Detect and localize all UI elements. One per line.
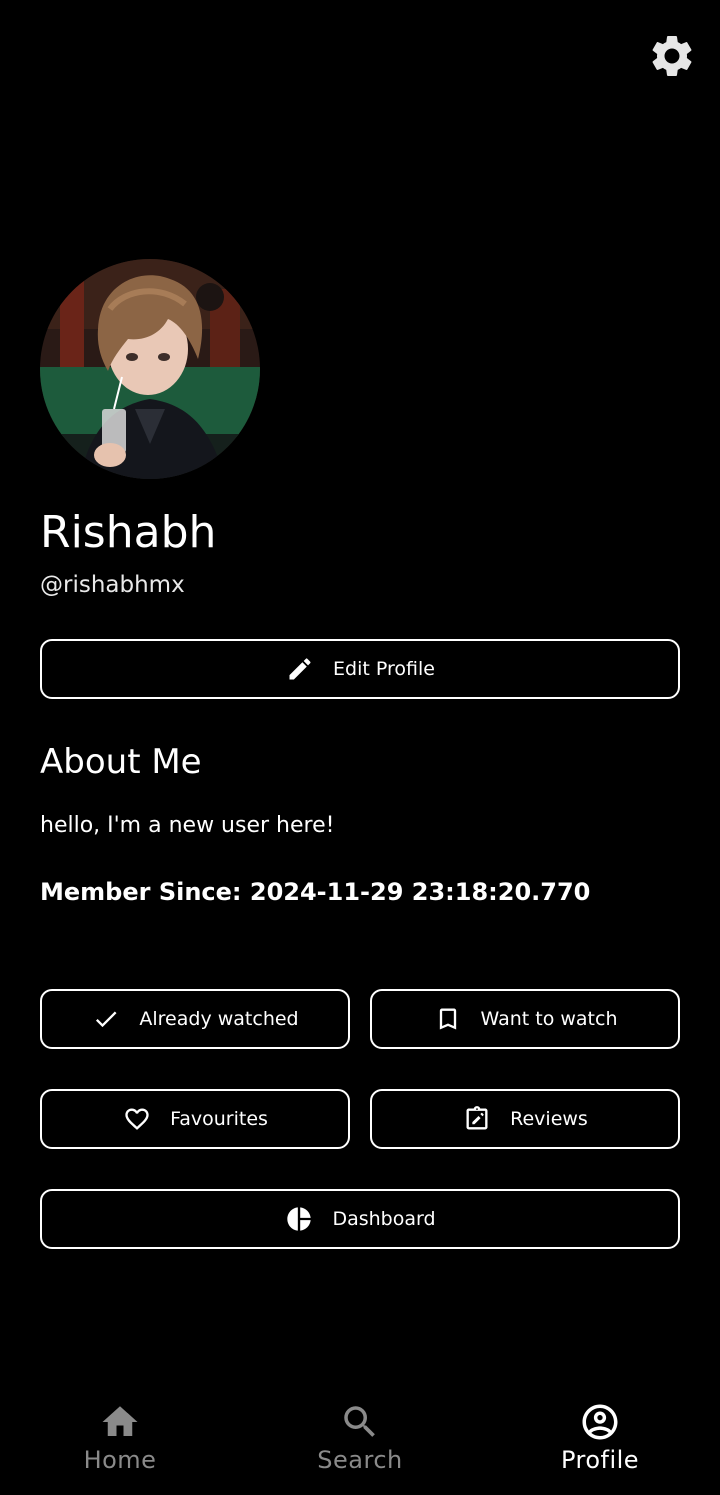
edit-profile-button[interactable]: Edit Profile (40, 639, 680, 699)
bottom-nav: Home Search Profile (0, 1385, 720, 1495)
check-icon (91, 1004, 121, 1034)
gear-icon (652, 35, 692, 76)
search-icon (339, 1401, 381, 1443)
avatar (40, 259, 260, 479)
favourites-label: Favourites (170, 1108, 268, 1130)
reviews-label: Reviews (510, 1108, 588, 1130)
nav-home-label: Home (83, 1446, 157, 1474)
reviews-button[interactable]: Reviews (370, 1089, 680, 1149)
member-since: Member Since: 2024-11-29 23:18:20.770 (40, 875, 590, 909)
nav-search-label: Search (317, 1446, 403, 1474)
nav-profile-label: Profile (560, 1446, 640, 1474)
bookmark-icon (433, 1004, 463, 1034)
about-title: About Me (40, 742, 202, 782)
review-icon (462, 1104, 492, 1134)
profile-handle: @rishabhmx (40, 572, 185, 598)
pie-chart-icon (284, 1204, 314, 1234)
already-watched-button[interactable]: Already watched (40, 989, 350, 1049)
pencil-icon (285, 654, 315, 684)
nav-search[interactable]: Search (240, 1385, 480, 1495)
profile-name: Rishabh (40, 507, 217, 558)
member-since-value: 2024-11-29 23:18:20.770 (249, 878, 591, 906)
settings-button[interactable] (646, 30, 698, 82)
heart-icon (122, 1104, 152, 1134)
nav-profile[interactable]: Profile (480, 1385, 720, 1495)
dashboard-label: Dashboard (332, 1208, 436, 1230)
dashboard-button[interactable]: Dashboard (40, 1189, 680, 1249)
already-watched-label: Already watched (139, 1008, 299, 1030)
home-icon (99, 1401, 141, 1443)
edit-profile-label: Edit Profile (333, 658, 435, 680)
want-to-watch-button[interactable]: Want to watch (370, 989, 680, 1049)
member-since-label: Member Since: (40, 878, 242, 906)
about-text: hello, I'm a new user here! (40, 813, 335, 838)
nav-home[interactable]: Home (0, 1385, 240, 1495)
favourites-button[interactable]: Favourites (40, 1089, 350, 1149)
want-to-watch-label: Want to watch (480, 1008, 618, 1030)
account-circle-icon (579, 1401, 621, 1443)
